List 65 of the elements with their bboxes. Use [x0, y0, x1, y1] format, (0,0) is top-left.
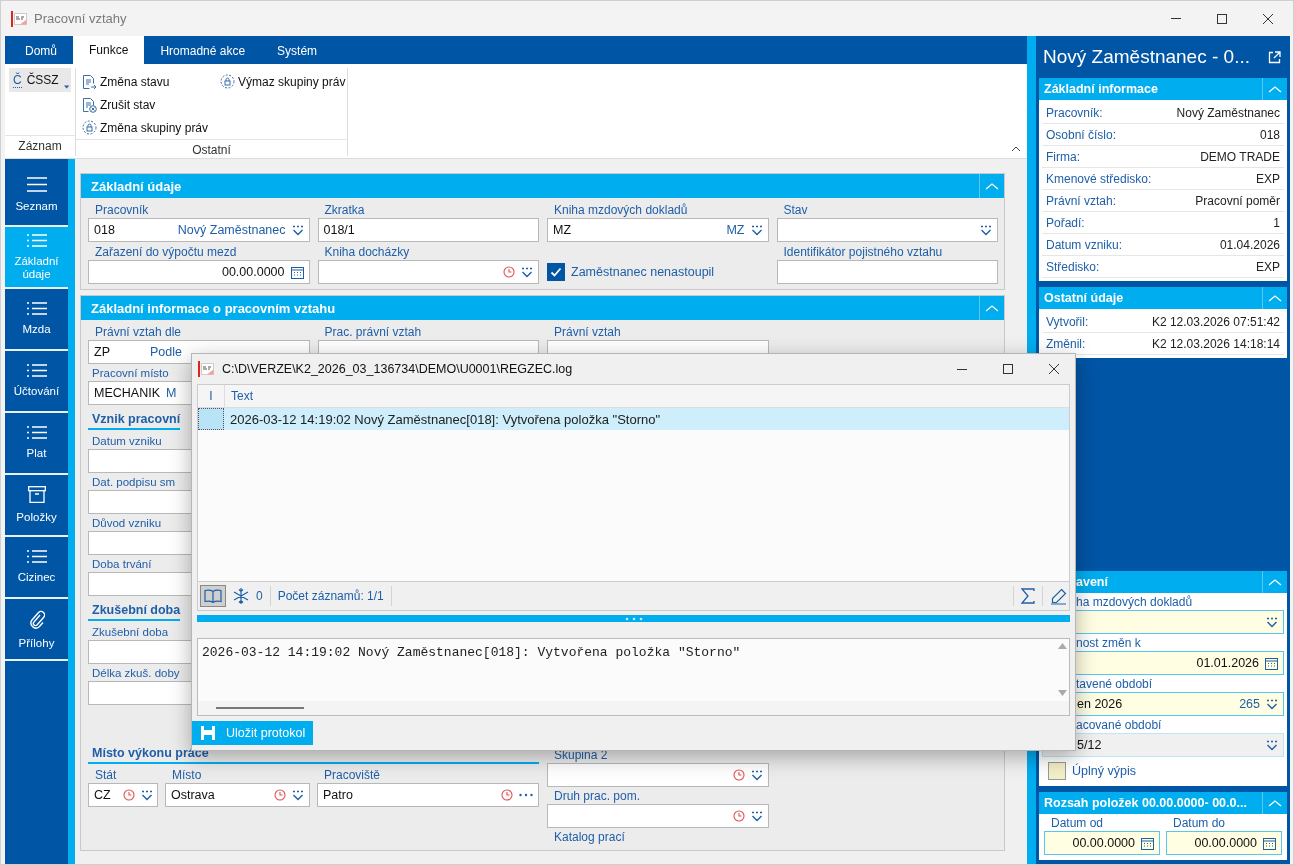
dialog-title: C:\D\VERZE\K2_2026_03_136734\DEMO\U0001\REGZEC.log [222, 362, 573, 376]
section-title: Základní údaje [91, 178, 182, 194]
field-label: Kniha docházky [323, 245, 410, 260]
field-label: tavené období [1076, 677, 1153, 692]
info-value: EXP [1256, 259, 1280, 274]
field-label: Katalog prací [553, 830, 625, 845]
field-label: Pracovník [94, 203, 149, 218]
checkbox-label: Úplný výpis [1072, 764, 1136, 778]
info-value: K2 12.03.2026 14:18:14 [1151, 336, 1280, 351]
section-title: avení [1076, 575, 1108, 589]
info-value: Pracovní poměr [1195, 193, 1280, 208]
field-label: Datum od [1050, 816, 1104, 831]
subsection-heading: Vznik pracovní [88, 407, 181, 430]
field-label: nost změn k [1076, 636, 1141, 651]
section-title: Základní informace o pracovním vztahu [91, 300, 336, 316]
info-value: K2 12.03.2026 07:51:42 [1151, 314, 1280, 329]
info-label: Pracovník: [1046, 105, 1103, 120]
info-label: Změnil: [1046, 336, 1086, 351]
checkbox-label: Zaměstnanec nenastoupil [571, 265, 715, 279]
info-label: Kmenové středisko: [1046, 171, 1152, 186]
info-value: 1 [1273, 215, 1280, 230]
field-label: Stav [782, 203, 808, 218]
field-label: acované období [1076, 718, 1162, 733]
field-label: Pracoviště [323, 768, 381, 783]
window-title: Pracovní vztahy [34, 11, 127, 26]
table-cell-text: 2026-03-12 14:19:02 Nový Zaměstnanec[018]: Vytvořena položka "Storno" [229, 410, 661, 429]
field-label: Právní vztah [553, 325, 621, 340]
field-label: Dat. podpisu sm [91, 475, 176, 490]
field-label: Datum vzniku [91, 434, 162, 449]
field-label: Pracovní místo [91, 366, 169, 381]
info-label: Firma: [1046, 149, 1080, 164]
field-label: Důvod vzniku [91, 516, 162, 531]
field-label: ha mzdových dokladů [1076, 595, 1193, 610]
info-label: Datum vzniku: [1046, 237, 1123, 252]
field-label: Kniha mzdových dokladů [553, 203, 688, 218]
info-value: 01.04.2026 [1219, 237, 1280, 252]
panel-title: Nový Zaměstnanec - 0... [1043, 46, 1250, 68]
info-value: EXP [1256, 171, 1280, 186]
subsection-heading: Zkušební doba [88, 598, 181, 621]
info-label: Osobní číslo: [1046, 127, 1117, 142]
field-label: Doba trvání [91, 557, 152, 572]
info-label: Středisko: [1046, 259, 1100, 274]
field-label: Délka zkuš. doby [91, 666, 180, 681]
filter-count: 0 [256, 589, 263, 603]
info-label: Pořadí: [1046, 215, 1085, 230]
info-label: Právní vztah: [1046, 193, 1117, 208]
field-label: Zařazení do výpočtu mezd [94, 245, 237, 260]
section-title: Ostatní údaje [1044, 291, 1124, 305]
field-label: Druh prac. pom. [553, 789, 641, 804]
field-label: Místo [171, 768, 202, 783]
field-label: Stát [94, 768, 117, 783]
group-label: Záznam [5, 135, 75, 156]
record-count: Počet záznamů: 1/1 [277, 589, 384, 603]
field-label: Zkratka [323, 203, 365, 218]
field-label: Identifikátor pojistného vztahu [782, 245, 943, 260]
field-label: Zkušební doba [91, 625, 169, 640]
section-title: Základní informace [1044, 82, 1158, 96]
section-title: Rozsah položek 00.00.0000- 00.0... [1044, 796, 1247, 810]
field-label: Právní vztah dle [94, 325, 182, 340]
info-value: 018 [1259, 127, 1280, 142]
field-label: Datum do [1172, 816, 1226, 831]
info-value: Nový Zaměstnanec [1176, 105, 1280, 120]
field-label: Prac. právní vztah [323, 325, 422, 340]
info-label: Vytvořil: [1046, 314, 1089, 329]
info-value: DEMO TRADE [1200, 149, 1280, 164]
